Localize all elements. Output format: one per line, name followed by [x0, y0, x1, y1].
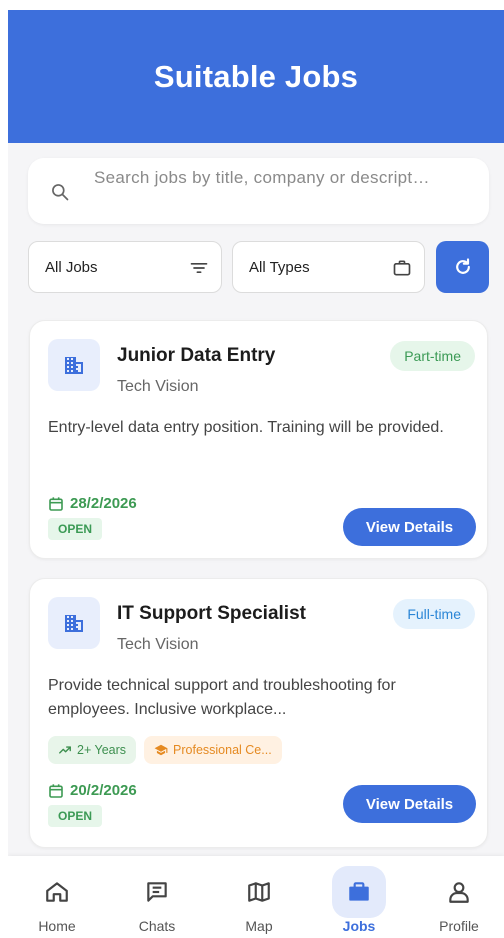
job-date-text: 28/2/2026 [70, 495, 137, 512]
nav-label-map: Map [245, 918, 273, 934]
job-card[interactable]: Junior Data Entry Tech Vision Part-time … [29, 320, 488, 559]
building-icon [65, 357, 83, 374]
job-type-badge: Full-time [393, 599, 475, 629]
building-icon [65, 615, 83, 632]
nav-item-home[interactable]: Home [17, 856, 97, 938]
calendar-icon [49, 783, 63, 798]
page-title: Suitable Jobs [153, 58, 359, 94]
chat-icon [130, 866, 184, 918]
job-description: Provide technical support and troublesho… [48, 677, 396, 718]
job-date: 28/2/2026 [48, 495, 137, 512]
nav-item-map[interactable]: Map [219, 856, 299, 938]
job-card[interactable]: IT Support Specialist Tech Vision Full-t… [29, 578, 488, 848]
filter-icon [190, 263, 208, 273]
person-icon [432, 866, 486, 918]
search-input[interactable] [94, 164, 474, 192]
job-filter-value: All Jobs [45, 259, 98, 276]
job-date: 20/2/2026 [48, 782, 137, 799]
company-name: Tech Vision [117, 636, 199, 653]
refresh-button[interactable] [436, 241, 489, 293]
job-filter-dropdown[interactable]: All Jobs [28, 241, 222, 293]
briefcase-outline-icon [393, 260, 411, 276]
type-filter-value: All Types [249, 259, 310, 276]
briefcase-icon [332, 866, 386, 918]
app-header: Suitable Jobs [8, 10, 504, 143]
job-title: IT Support Specialist [117, 603, 306, 624]
search-icon [52, 184, 69, 201]
nav-item-profile[interactable]: Profile [419, 856, 499, 938]
home-icon [30, 866, 84, 918]
nav-label-jobs: Jobs [342, 918, 376, 934]
job-type-badge: Part-time [390, 341, 475, 371]
company-logo [48, 597, 100, 649]
graduation-cap-icon [154, 744, 168, 756]
calendar-icon [49, 496, 63, 511]
nav-item-chats[interactable]: Chats [117, 856, 197, 938]
company-logo [48, 339, 100, 391]
experience-tag: 2+ Years [48, 736, 137, 764]
nav-label-profile: Profile [439, 918, 479, 934]
map-icon [232, 866, 286, 918]
bottom-navigation: Home Chats Map Jobs Profile [8, 856, 504, 938]
nav-item-jobs[interactable]: Jobs [319, 856, 399, 938]
certificate-tag: Professional Ce... [144, 736, 282, 764]
search-bar[interactable] [28, 158, 489, 224]
job-title: Junior Data Entry [117, 345, 276, 366]
nav-label-chats: Chats [138, 918, 176, 934]
status-badge: OPEN [48, 518, 103, 540]
job-description: Entry-level data entry position. Trainin… [48, 419, 444, 436]
type-filter-dropdown[interactable]: All Types [232, 241, 425, 293]
job-tags: 2+ Years Professional Ce... [48, 736, 282, 764]
view-details-button[interactable]: View Details [343, 785, 476, 823]
view-details-button[interactable]: View Details [343, 508, 476, 546]
status-badge: OPEN [48, 805, 103, 827]
nav-label-home: Home [38, 918, 76, 934]
app-screen: Suitable Jobs All Jobs All Types Junior … [8, 10, 504, 938]
company-name: Tech Vision [117, 378, 199, 395]
job-date-text: 20/2/2026 [70, 782, 137, 799]
refresh-icon [455, 258, 470, 274]
experience-tag-label: 2+ Years [77, 743, 127, 757]
certificate-tag-label: Professional Ce... [173, 743, 272, 757]
trending-up-icon [59, 746, 71, 754]
